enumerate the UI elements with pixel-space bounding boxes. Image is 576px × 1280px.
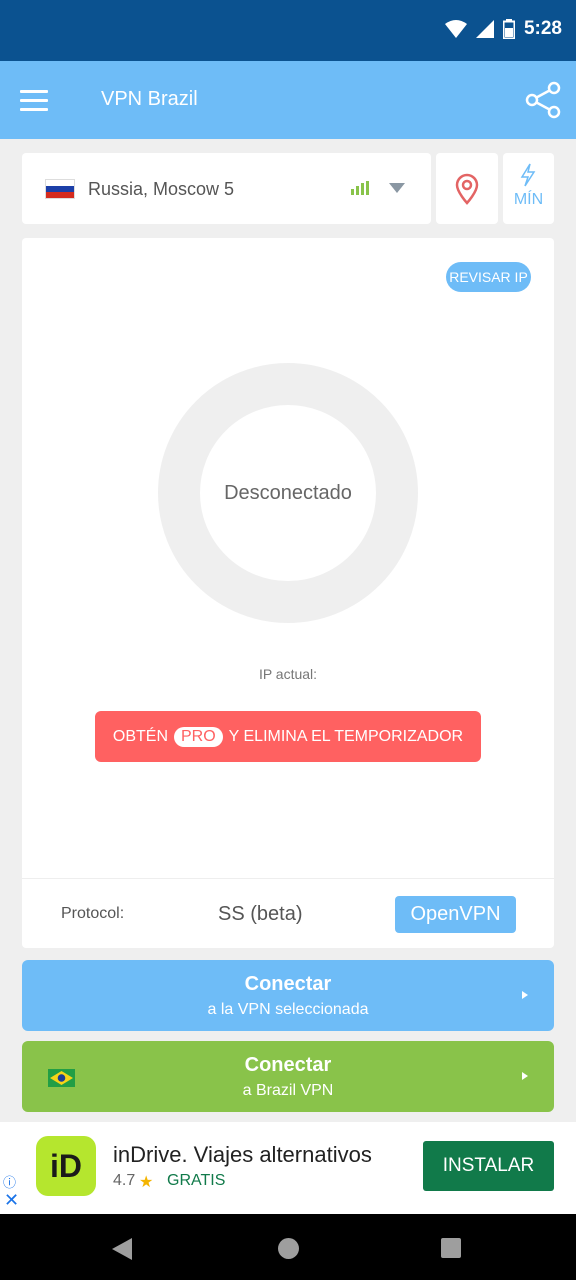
info-icon[interactable]: ⓘ — [3, 1172, 16, 1191]
speed-mode-button[interactable]: MÍN — [503, 153, 554, 224]
close-icon[interactable]: ✕ — [4, 1190, 19, 1211]
ad-price: GRATIS — [167, 1172, 226, 1189]
main-card: REVISAR IP Desconectado IP actual: OBTÉN… — [22, 238, 554, 948]
app-title: VPN Brazil — [101, 88, 198, 110]
pro-suffix: Y ELIMINA EL TEMPORIZADOR — [228, 727, 464, 745]
system-nav-bar — [0, 1214, 576, 1280]
connect-selected-subtitle: a la VPN seleccionada — [207, 1001, 369, 1018]
pro-badge: PRO — [174, 726, 223, 747]
server-name: Russia, Moscow 5 — [88, 179, 235, 199]
protocol-row: Protocol: SS (beta) OpenVPN — [22, 878, 554, 948]
current-ip-label: IP actual: — [258, 666, 318, 682]
pro-prefix: OBTÉN — [112, 727, 168, 745]
map-pin-icon — [455, 173, 479, 205]
status-time: 5:28 — [523, 18, 562, 39]
check-ip-button[interactable]: REVISAR IP — [446, 262, 531, 292]
get-pro-button[interactable]: OBTÉN PRO Y ELIMINA EL TEMPORIZADOR — [95, 711, 481, 762]
connect-brazil-title: Conectar — [244, 1054, 332, 1076]
play-arrow-icon — [522, 991, 528, 999]
connect-brazil-subtitle: a Brazil VPN — [242, 1082, 334, 1099]
connection-status: Desconectado — [224, 481, 352, 504]
server-selector[interactable]: Russia, Moscow 5 — [22, 153, 431, 224]
connect-selected-button[interactable]: Conectar a la VPN seleccionada — [22, 960, 554, 1031]
status-icons: 5:28 — [444, 18, 562, 40]
menu-icon[interactable] — [20, 83, 58, 117]
connect-selected-title: Conectar — [244, 973, 332, 995]
ad-banner[interactable]: ⓘ ✕ iD inDrive. Viajes alternativos 4.7 … — [0, 1122, 576, 1214]
signal-strength-icon — [351, 181, 369, 195]
play-arrow-icon — [522, 1072, 528, 1080]
status-bar: 5:28 — [0, 0, 576, 61]
app-bar: VPN Brazil — [0, 61, 576, 139]
share-icon[interactable] — [524, 81, 562, 119]
ad-app-logo[interactable]: iD — [36, 1136, 96, 1196]
speed-mode-label: MÍN — [513, 191, 544, 208]
install-button[interactable]: INSTALAR — [423, 1141, 554, 1191]
battery-icon — [502, 19, 515, 39]
connect-brazil-button[interactable]: Conectar a Brazil VPN — [22, 1041, 554, 1112]
recents-icon[interactable] — [441, 1238, 461, 1258]
ad-rating: 4.7 — [113, 1172, 136, 1189]
cell-signal-icon — [475, 20, 494, 38]
back-icon[interactable] — [112, 1238, 132, 1260]
ad-title[interactable]: inDrive. Viajes alternativos — [113, 1142, 372, 1168]
wifi-icon — [444, 20, 467, 38]
protocol-label: Protocol: — [61, 905, 125, 922]
protocol-option-openvpn[interactable]: OpenVPN — [395, 896, 516, 933]
protocol-option-ss[interactable]: SS (beta) — [218, 903, 302, 926]
connection-ring[interactable]: Desconectado — [158, 363, 418, 623]
chevron-down-icon — [389, 183, 405, 193]
location-button[interactable] — [436, 153, 498, 224]
star-icon: ★ — [139, 1174, 154, 1191]
home-icon[interactable] — [278, 1238, 299, 1259]
russia-flag-icon — [45, 179, 75, 199]
lightning-icon — [520, 163, 536, 187]
